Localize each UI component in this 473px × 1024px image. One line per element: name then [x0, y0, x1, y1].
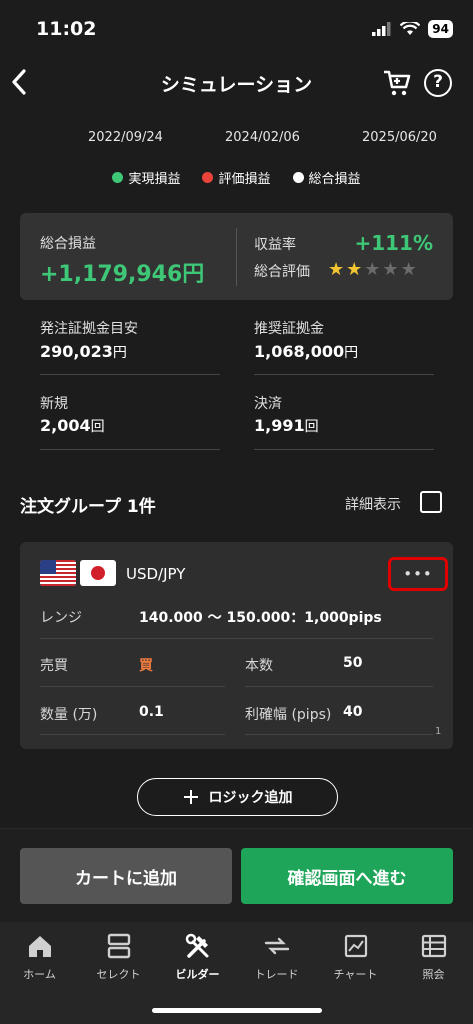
currency-pair: USD/JPY [126, 565, 186, 583]
chart-legend: 実現損益 評価損益 総合損益 [0, 168, 473, 187]
wifi-icon [400, 22, 421, 35]
add-logic-label: ロジック追加 [208, 790, 293, 806]
total-pl-label: 総合損益 [40, 236, 96, 252]
trade-icon [264, 937, 289, 955]
page-number: 1 [435, 726, 442, 737]
star-icon: ★ [346, 259, 363, 280]
trade-value: 買 [139, 658, 153, 674]
timeline-date-mid: 2024/02/06 [225, 130, 300, 145]
range-value: 140.000 〜 150.000：1,000pips [139, 610, 382, 626]
timeline-date-end: 2025/06/20 [362, 130, 437, 145]
count-value: 50 [343, 655, 363, 671]
home-indicator [152, 1008, 322, 1013]
legend-label: 実現損益 [128, 172, 181, 187]
divider [40, 638, 433, 639]
new-count-value: 2,004回 [40, 416, 105, 435]
recommended-margin-value: 1,068,000円 [254, 342, 359, 361]
star-icon: ★ [382, 259, 399, 280]
rating-stars: ★ ★ ★ ★ ★ [328, 259, 417, 280]
tab-builder[interactable]: ビルダー [158, 932, 237, 982]
recommended-margin-label: 推奨証拠金 [254, 321, 324, 337]
order-margin-label: 発注証拠金目安 [40, 321, 138, 337]
range-label: レンジ [40, 610, 82, 626]
legend-dot [202, 172, 214, 183]
settle-count-label: 決済 [254, 396, 282, 412]
help-icon[interactable]: ? [424, 69, 452, 97]
legend-dot [292, 172, 304, 183]
divider [40, 374, 220, 375]
star-icon: ★ [328, 259, 345, 280]
add-logic-button[interactable]: ロジック追加 [137, 778, 338, 816]
tab-label: ビルダー [175, 968, 220, 981]
legend-item-unrealized: 評価損益 [202, 168, 271, 187]
divider [245, 686, 433, 687]
chart-icon [344, 934, 367, 958]
tab-label: チャート [333, 968, 378, 981]
tab-label: ホーム [23, 968, 56, 981]
legend-item-realized: 実現損益 [112, 168, 180, 187]
order-group-title: 注文グループ 1件 [20, 497, 156, 517]
trade-label: 売買 [40, 658, 68, 674]
return-value: +111% [354, 231, 433, 255]
tab-inquiry[interactable]: 照会 [394, 932, 473, 982]
profit-width-value: 40 [343, 704, 363, 720]
tab-label: セレクト [96, 968, 141, 981]
detail-toggle-label[interactable]: 詳細表示 [345, 494, 401, 514]
select-icon [107, 933, 130, 959]
divider [245, 734, 433, 735]
legend-label: 評価損益 [218, 172, 271, 187]
status-icons: 94 [372, 20, 453, 38]
order-margin-value: 290,023円 [40, 342, 127, 361]
star-icon: ★ [364, 259, 381, 280]
tab-label: トレード [254, 968, 299, 981]
tab-label: 照会 [422, 968, 445, 981]
summary-divider [236, 228, 237, 286]
cart-icon[interactable] [382, 68, 412, 98]
star-icon: ★ [400, 259, 417, 280]
japan-flag-icon [80, 560, 116, 586]
home-icon [28, 936, 51, 957]
timeline-date-start: 2022/09/24 [88, 130, 163, 145]
divider [254, 449, 434, 450]
quantity-value: 0.1 [139, 704, 164, 720]
status-time: 11:02 [36, 18, 97, 40]
builder-icon [185, 933, 208, 958]
return-label: 収益率 [254, 237, 296, 253]
us-flag-icon [40, 560, 76, 586]
new-count-label: 新規 [40, 396, 68, 412]
confirm-button[interactable]: 確認画面へ進む [241, 848, 453, 904]
tab-chart[interactable]: チャート [316, 932, 395, 982]
add-to-cart-button[interactable]: カートに追加 [20, 848, 232, 904]
inquiry-icon [421, 934, 446, 958]
quantity-label: 数量 (万) [40, 707, 98, 723]
divider [40, 734, 225, 735]
legend-label: 総合損益 [308, 172, 361, 187]
legend-dot [112, 172, 124, 183]
divider [40, 686, 225, 687]
battery-icon: 94 [428, 20, 453, 38]
more-options-button[interactable]: ••• [388, 557, 448, 591]
plus-icon [183, 790, 198, 804]
count-label: 本数 [245, 658, 273, 674]
legend-item-total: 総合損益 [292, 168, 361, 187]
settle-count-value: 1,991回 [254, 416, 319, 435]
signal-icon [372, 22, 391, 36]
tab-trade[interactable]: トレード [237, 932, 316, 982]
total-pl-value: +1,179,946円 [40, 262, 205, 287]
detail-checkbox[interactable] [420, 491, 442, 513]
tab-select[interactable]: セレクト [79, 932, 158, 982]
profit-width-label: 利確幅 (pips) [245, 707, 332, 723]
divider [40, 449, 220, 450]
divider [254, 374, 434, 375]
rating-label: 総合評価 [254, 264, 310, 280]
tab-home[interactable]: ホーム [0, 932, 79, 982]
